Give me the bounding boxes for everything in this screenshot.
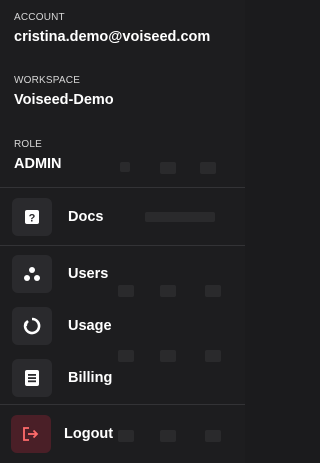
svg-text:?: ?	[29, 213, 36, 225]
docs-icon: ?	[12, 198, 52, 236]
menu-item-docs[interactable]: ? Docs	[0, 195, 245, 239]
menu-item-logout[interactable]: Logout	[0, 412, 245, 456]
workspace-info: WORKSPACE Voiseed-Demo	[14, 75, 114, 109]
account-email: cristina.demo@voiseed.com	[14, 29, 211, 45]
role-value: ADMIN	[14, 156, 62, 172]
divider	[0, 404, 245, 405]
workspace-name: Voiseed-Demo	[14, 92, 114, 108]
role-info: ROLE ADMIN	[14, 139, 62, 173]
billing-icon	[12, 359, 52, 397]
divider	[0, 187, 245, 188]
billing-label: Billing	[68, 370, 113, 386]
usage-icon	[12, 307, 52, 345]
account-label: ACCOUNT	[14, 12, 65, 23]
workspace-label: WORKSPACE	[14, 75, 81, 86]
menu-item-users[interactable]: Users	[0, 252, 245, 296]
usage-label: Usage	[68, 318, 112, 334]
logout-label: Logout	[64, 426, 114, 442]
menu-item-usage[interactable]: Usage	[0, 304, 245, 348]
logout-icon	[11, 415, 51, 453]
user-menu-popover: ACCOUNT cristina.demo@voiseed.com WORKSP…	[0, 0, 245, 463]
users-icon	[12, 255, 52, 293]
account-info: ACCOUNT cristina.demo@voiseed.com	[14, 12, 210, 46]
role-label: ROLE	[14, 139, 43, 150]
divider	[0, 245, 245, 246]
docs-label: Docs	[68, 209, 104, 225]
menu-item-billing[interactable]: Billing	[0, 356, 245, 400]
users-label: Users	[68, 266, 109, 282]
